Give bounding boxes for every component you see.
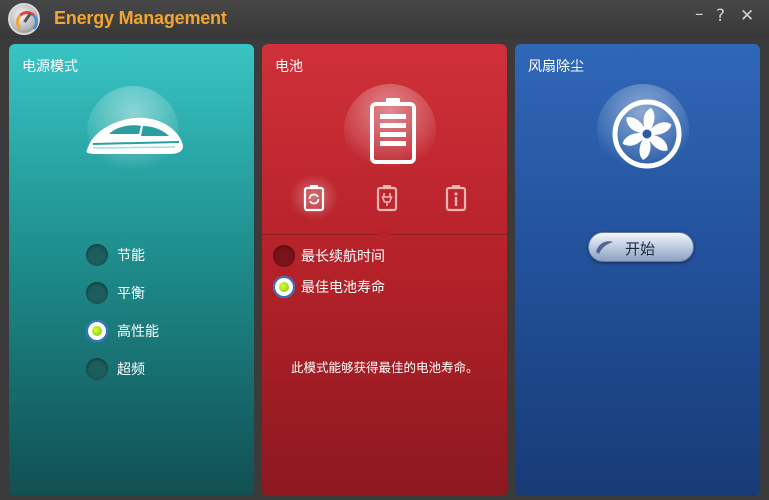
app-title: Energy Management [54, 8, 227, 28]
option-label: 最长续航时间 [301, 249, 385, 265]
radio-button[interactable] [86, 358, 108, 380]
battery-tab-plug[interactable] [374, 184, 400, 212]
option-label: 最佳电池寿命 [301, 280, 385, 296]
minimize-button[interactable]: – [695, 4, 704, 24]
battery-info-icon [445, 185, 467, 212]
tab-pointer [377, 228, 391, 235]
title-bar: Energy Management – ? ✕ [0, 0, 769, 38]
radio-button[interactable] [86, 244, 108, 266]
battery-panel: 电池 最长续航时间 最佳电池寿命 此模式能够获得最佳的电池寿命。 [262, 44, 507, 496]
train-icon [86, 117, 183, 154]
power-mode-title: 电源模式 [22, 59, 78, 75]
power-option-balanced[interactable]: 平衡 [86, 282, 145, 304]
radio-button[interactable] [86, 320, 108, 342]
option-label: 超频 [117, 362, 145, 378]
radio-button[interactable] [273, 276, 295, 298]
battery-option-longest-runtime[interactable]: 最长续航时间 [273, 245, 385, 267]
power-mode-panel: 电源模式 节能 平衡 高性能 超频 [9, 44, 254, 496]
close-button[interactable]: ✕ [740, 6, 754, 26]
battery-mode-description: 此模式能够获得最佳的电池寿命。 [291, 360, 479, 375]
battery-option-best-lifespan[interactable]: 最佳电池寿命 [273, 276, 385, 298]
option-label: 节能 [117, 248, 145, 264]
option-label: 平衡 [117, 286, 145, 302]
battery-plug-icon [376, 185, 398, 212]
battery-icon [370, 98, 416, 164]
battery-tab-refresh[interactable] [287, 172, 341, 222]
help-button[interactable]: ? [716, 6, 725, 26]
start-button[interactable]: 开始 [588, 232, 694, 262]
power-option-energy-saving[interactable]: 节能 [86, 244, 145, 266]
button-swirl-icon [596, 241, 613, 254]
battery-refresh-icon [303, 185, 325, 212]
power-option-overclock[interactable]: 超频 [86, 358, 145, 380]
fan-cleaning-panel: 风扇除尘 开始 [515, 44, 760, 496]
battery-title: 电池 [275, 59, 303, 75]
battery-tab-info[interactable] [443, 184, 469, 212]
option-label: 高性能 [117, 324, 159, 340]
radio-button[interactable] [273, 245, 295, 267]
start-button-label: 开始 [625, 240, 656, 258]
gauge-icon [8, 3, 40, 35]
fan-title: 风扇除尘 [528, 59, 584, 75]
fan-icon [612, 99, 682, 169]
power-option-high-performance[interactable]: 高性能 [86, 320, 159, 342]
radio-button[interactable] [86, 282, 108, 304]
